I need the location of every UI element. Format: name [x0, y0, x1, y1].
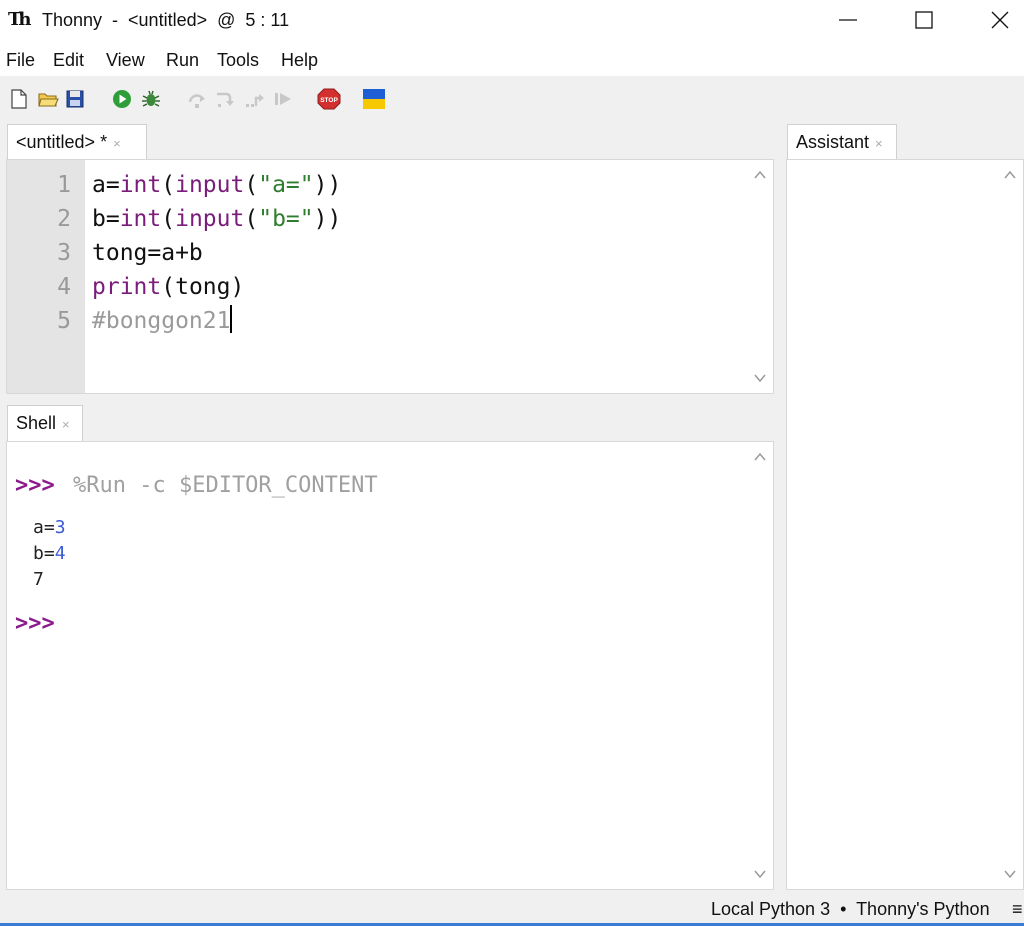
chevron-down-icon[interactable] — [753, 867, 767, 881]
line-number: 4 — [57, 274, 71, 300]
menu-tools[interactable]: Tools — [217, 49, 259, 71]
line-number: 2 — [57, 206, 71, 232]
status-bar: Local Python 3 • Thonny's Python ≡ — [0, 890, 1024, 926]
maximize-button[interactable] — [898, 0, 950, 40]
shell-output-line: 7 — [33, 567, 44, 593]
tab-shell[interactable]: Shell × — [7, 405, 83, 441]
maximize-icon — [915, 11, 933, 29]
close-tab-icon[interactable]: × — [113, 136, 121, 151]
code-token: print — [92, 274, 162, 300]
menu-file[interactable]: File — [6, 49, 35, 71]
chevron-down-icon[interactable] — [1003, 867, 1017, 881]
ukraine-flag-icon[interactable] — [363, 88, 385, 110]
new-file-icon[interactable] — [8, 88, 30, 110]
shell-panel[interactable]: >>> %Run -c $EDITOR_CONTENT a=3 b=4 7 >>… — [6, 441, 774, 890]
toolbar: STOP — [0, 76, 1024, 122]
stop-label: STOP — [320, 97, 338, 104]
editor-scrollbar[interactable] — [747, 160, 773, 393]
window-title: Thonny - <untitled> @ 5 : 11 — [42, 10, 290, 30]
user-input-value: 4 — [54, 543, 66, 564]
shell-scrollbar[interactable] — [747, 442, 773, 889]
code-editor[interactable]: 1 2 3 4 5 a=int(input("a=")) b=int(input… — [6, 159, 774, 394]
code-token: )) — [313, 206, 342, 232]
line-number-gutter: 1 2 3 4 5 — [7, 160, 85, 393]
code-token: ( — [244, 172, 259, 198]
code-token: "b=" — [258, 206, 314, 232]
menu-help[interactable]: Help — [281, 49, 318, 71]
shell-prompt[interactable]: >>> — [15, 609, 55, 639]
save-file-icon[interactable] — [64, 88, 86, 110]
line-number: 5 — [57, 308, 71, 334]
editor-tab-label: <untitled> * — [16, 132, 108, 152]
chevron-up-icon[interactable] — [753, 450, 767, 464]
chevron-down-icon[interactable] — [753, 371, 767, 385]
code-line: b=int(input("b=")) — [92, 202, 341, 236]
close-icon — [991, 11, 1009, 29]
code-token: input — [175, 206, 245, 232]
text-caret — [230, 305, 233, 333]
open-file-icon[interactable] — [37, 88, 59, 110]
output-result: 7 — [33, 569, 44, 590]
menu-edit[interactable]: Edit — [53, 49, 84, 71]
minimize-icon — [839, 19, 857, 21]
assistant-tab-label: Assistant — [796, 132, 870, 152]
code-line: a=int(input("a=")) — [92, 168, 341, 202]
tab-untitled[interactable]: <untitled> * × — [7, 124, 147, 160]
code-token: b= — [92, 206, 120, 232]
chevron-up-icon[interactable] — [753, 168, 767, 182]
code-token: ( — [244, 206, 259, 232]
code-line: print(tong) — [92, 270, 244, 304]
code-token: (tong) — [161, 274, 245, 300]
code-token: )) — [313, 172, 342, 198]
code-token: input — [175, 172, 245, 198]
menu-bar: File Edit View Run Tools Help — [0, 40, 1024, 76]
minimize-button[interactable] — [822, 0, 874, 40]
step-into-icon[interactable] — [214, 88, 236, 110]
assistant-scrollbar[interactable] — [997, 160, 1023, 889]
code-token: "a=" — [258, 172, 314, 198]
step-over-icon[interactable] — [186, 88, 208, 110]
shell-output-line: b=4 — [33, 541, 66, 567]
code-token: int — [119, 206, 162, 232]
close-tab-icon[interactable]: × — [62, 417, 70, 432]
step-out-icon[interactable] — [244, 88, 266, 110]
code-token: ( — [161, 206, 176, 232]
shell-tab-label: Shell — [16, 413, 57, 433]
code-token: ( — [161, 172, 176, 198]
close-tab-icon[interactable]: × — [875, 136, 883, 151]
shell-prompt: >>> — [15, 473, 55, 498]
code-line: tong=a+b — [92, 240, 203, 266]
line-number: 3 — [57, 240, 71, 266]
menu-icon[interactable]: ≡ — [1012, 898, 1023, 920]
menu-view[interactable]: View — [106, 49, 145, 71]
assistant-panel — [786, 159, 1024, 890]
thonny-logo-icon: Th — [8, 9, 31, 30]
interpreter-status[interactable]: Local Python 3 • Thonny's Python — [711, 898, 990, 920]
run-icon[interactable] — [111, 88, 133, 110]
close-window-button[interactable] — [974, 0, 1024, 40]
resume-icon[interactable] — [272, 88, 294, 110]
code-token: int — [119, 172, 162, 198]
output-label: a= — [33, 517, 55, 538]
shell-command: %Run -c $EDITOR_CONTENT — [73, 473, 378, 498]
menu-run[interactable]: Run — [166, 49, 199, 71]
shell-output-line: a=3 — [33, 515, 66, 541]
output-label: b= — [33, 543, 55, 564]
user-input-value: 3 — [54, 517, 66, 538]
stop-button[interactable]: STOP — [317, 88, 341, 110]
code-comment: #bonggon21 — [92, 308, 231, 334]
chevron-up-icon[interactable] — [1003, 168, 1017, 182]
stop-icon: STOP — [317, 88, 341, 110]
code-token: a= — [92, 172, 120, 198]
code-line: #bonggon21 — [92, 304, 233, 338]
title-bar: Th Thonny - <untitled> @ 5 : 11 — [0, 0, 1024, 40]
debug-icon[interactable] — [140, 88, 162, 110]
line-number: 1 — [57, 172, 71, 198]
tab-assistant[interactable]: Assistant × — [787, 124, 897, 160]
